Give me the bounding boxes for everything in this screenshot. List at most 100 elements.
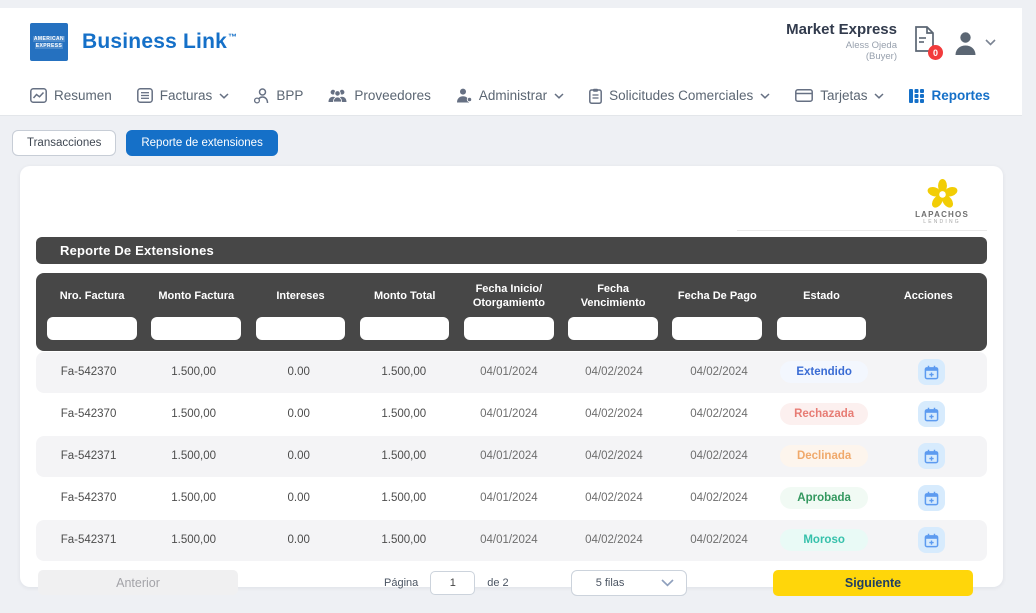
cell-estado: Moroso (772, 529, 877, 551)
app-container: AMERICAN EXPRESS Business Link™ Market E… (0, 8, 1022, 596)
chevron-down-icon (985, 38, 996, 46)
cell-nro-factura: Fa-542371 (60, 534, 117, 546)
previous-page-button[interactable]: Anterior (38, 570, 238, 595)
status-badge: Extendido (780, 361, 869, 383)
nav-label: Tarjetas (820, 88, 868, 103)
cell-monto-factura: 1.500,00 (171, 492, 216, 504)
documents-button[interactable]: 0 (913, 26, 943, 60)
table-row: Fa-542370 1.500,00 0.00 1.500,00 04/01/2… (36, 477, 987, 519)
rows-per-page-select[interactable]: 5 filas (570, 569, 687, 596)
tab-transacciones[interactable]: Transacciones (12, 130, 117, 156)
cell-monto-total: 1.500,00 (381, 534, 427, 546)
cell-intereses: 0.00 (287, 534, 310, 546)
filter-input-fecha-inicio[interactable] (464, 316, 554, 340)
cell-intereses: 0.00 (287, 408, 310, 420)
account-info: Market Express Aless Ojeda (Buyer) (786, 21, 897, 64)
person-icon (456, 88, 472, 103)
header-row: Nro. Factura Monto Factura Intereses Mon… (40, 281, 983, 317)
user-menu[interactable] (952, 29, 996, 56)
col-estado: Estado (803, 289, 840, 302)
cell-monto-total: 1.500,00 (381, 366, 427, 378)
calendar-plus-button[interactable] (918, 443, 946, 469)
account-name: Market Express (786, 20, 897, 38)
page-label: Página (384, 576, 419, 589)
cell-fecha-inicio: 04/01/2024 (480, 492, 538, 504)
filter-input-nro-factura[interactable] (47, 316, 137, 340)
cell-fecha-pago: 04/02/2024 (690, 366, 748, 378)
cell-fecha-inicio: 04/01/2024 (480, 450, 538, 462)
cell-monto-total: 1.500,00 (381, 492, 427, 504)
calendar-plus-button[interactable] (918, 359, 946, 385)
amex-logo: AMERICAN EXPRESS (30, 23, 68, 61)
tab-reporte-de-extensiones[interactable]: Reporte de extensiones (126, 130, 278, 156)
chevron-down-icon (554, 92, 564, 99)
nav-item-reportes[interactable]: Reportes (909, 88, 990, 103)
chevron-down-icon (874, 92, 885, 99)
lapachos-logo-inner: LAPACHOS LENDING (915, 178, 969, 225)
next-page-button[interactable]: Siguiente (773, 569, 973, 596)
cell-monto-factura: 1.500,00 (171, 450, 216, 462)
nav-label: Administrar (478, 88, 548, 103)
list-icon (136, 88, 153, 103)
page-indicator: Página de 2 (384, 570, 509, 595)
cell-intereses: 0.00 (287, 366, 310, 378)
report-card: LAPACHOS LENDING Reporte De Extensiones … (20, 166, 1003, 596)
nav-item-solicitudes-comerciales[interactable]: Solicitudes Comerciales (589, 88, 770, 104)
table-row: Fa-542371 1.500,00 0.00 1.500,00 04/01/2… (36, 519, 987, 561)
main-nav: Resumen Facturas BPP Proveedores Adminis… (0, 76, 1022, 116)
calendar-plus-button[interactable] (918, 401, 946, 427)
filter-row (40, 316, 983, 340)
nav-item-facturas[interactable]: Facturas (136, 88, 230, 103)
nav-item-proveedores[interactable]: Proveedores (328, 88, 431, 103)
col-acciones: Acciones (903, 289, 953, 302)
card-icon (795, 89, 814, 102)
table-row: Fa-542371 1.500,00 0.00 1.500,00 04/01/2… (36, 435, 987, 477)
filter-input-fecha-pago[interactable] (672, 316, 763, 340)
calendar-plus-icon (924, 407, 939, 421)
flower-icon (927, 178, 957, 208)
calendar-plus-button[interactable] (918, 485, 946, 511)
nav-item-administrar[interactable]: Administrar (456, 88, 564, 103)
cell-monto-factura: 1.500,00 (171, 366, 216, 378)
page-number-input[interactable] (430, 570, 476, 595)
people-icon (328, 89, 347, 102)
cell-intereses: 0.00 (287, 492, 310, 504)
status-badge: Moroso (780, 529, 869, 551)
cell-acciones (877, 443, 987, 469)
cell-nro-factura: Fa-542371 (60, 450, 117, 462)
nav-item-resumen[interactable]: Resumen (30, 88, 112, 103)
lapachos-title: LAPACHOS (915, 210, 969, 219)
report-title-bar: Reporte De Extensiones (36, 237, 987, 264)
col-fecha-pago: Fecha De Pago (677, 289, 757, 302)
page-total: de 2 (487, 576, 509, 589)
trademark: ™ (227, 32, 238, 42)
cell-fecha-pago: 04/02/2024 (690, 408, 748, 420)
nav-label: Solicitudes Comerciales (609, 88, 754, 103)
user-name: Aless Ojeda (845, 39, 897, 51)
cell-estado: Aprobada (772, 487, 877, 509)
cell-fecha-vencimiento: 04/02/2024 (585, 366, 643, 378)
cell-fecha-inicio: 04/01/2024 (480, 366, 538, 378)
cell-acciones (877, 359, 987, 385)
user-area: Market Express Aless Ojeda (Buyer) 0 (786, 21, 996, 64)
nav-item-bpp[interactable]: BPP (254, 87, 303, 104)
cell-fecha-vencimiento: 04/02/2024 (585, 450, 643, 462)
filter-input-monto-total[interactable] (359, 316, 450, 340)
cell-nro-factura: Fa-542370 (60, 492, 117, 504)
filter-input-fecha-vencimiento[interactable] (568, 316, 658, 340)
user-role: (Buyer) (865, 51, 897, 63)
cell-estado: Rechazada (772, 403, 877, 425)
cell-fecha-inicio: 04/01/2024 (480, 408, 538, 420)
filter-input-intereses[interactable] (255, 316, 346, 340)
filter-input-estado[interactable] (776, 316, 867, 340)
col-intereses: Intereses (276, 289, 325, 302)
cell-acciones (877, 527, 987, 553)
brand: AMERICAN EXPRESS Business Link™ (30, 23, 237, 61)
filter-input-monto-factura[interactable] (151, 316, 242, 340)
table-header: Nro. Factura Monto Factura Intereses Mon… (36, 273, 987, 351)
calendar-plus-button[interactable] (918, 527, 946, 553)
brand-name: Business Link™ (82, 30, 237, 54)
nav-item-tarjetas[interactable]: Tarjetas (795, 88, 885, 103)
notification-badge: 0 (928, 45, 943, 60)
user-avatar-icon (955, 31, 976, 55)
